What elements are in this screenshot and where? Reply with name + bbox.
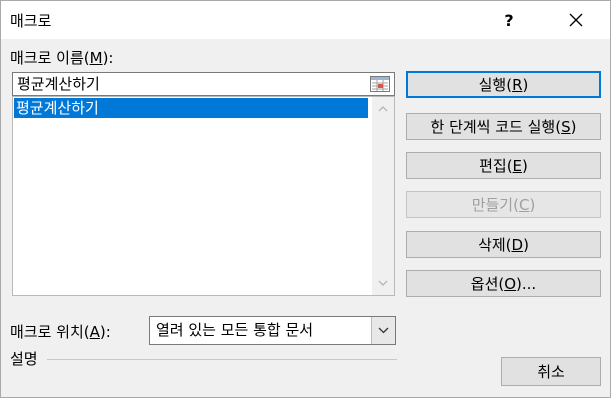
- macro-name-input[interactable]: 평균계산하기: [12, 72, 395, 96]
- macro-dialog: 매크로 ? 매크로 이름(M): 평균계산하기 평균계산하기 실행(R) 한…: [0, 0, 611, 398]
- scroll-up-arrow[interactable]: [372, 99, 394, 119]
- macro-name-value: 평균계산하기: [17, 75, 100, 93]
- run-button[interactable]: 실행(R): [406, 71, 601, 98]
- scroll-down-arrow[interactable]: [372, 273, 394, 293]
- edit-button[interactable]: 편집(E): [406, 152, 601, 179]
- description-divider: [47, 359, 397, 360]
- close-icon: [569, 13, 583, 27]
- macro-location-select[interactable]: 열려 있는 모든 통합 문서: [149, 316, 396, 345]
- close-button[interactable]: [551, 5, 601, 35]
- range-reference-icon[interactable]: [370, 76, 390, 92]
- description-label: 설명: [10, 350, 38, 368]
- dropdown-button[interactable]: [371, 317, 395, 344]
- vertical-scrollbar[interactable]: [372, 97, 394, 295]
- list-item[interactable]: 평균계산하기: [14, 98, 368, 118]
- step-into-button[interactable]: 한 단계씩 코드 실행(S): [406, 113, 601, 140]
- delete-button[interactable]: 삭제(D): [406, 231, 601, 258]
- macro-name-label: 매크로 이름(M):: [10, 49, 114, 67]
- cancel-button[interactable]: 취소: [501, 357, 601, 386]
- options-button[interactable]: 옵션(O)...: [406, 270, 601, 297]
- chevron-up-icon: [378, 106, 388, 112]
- help-button[interactable]: ?: [487, 5, 531, 35]
- window-title: 매크로: [10, 12, 52, 30]
- macro-list[interactable]: 평균계산하기: [12, 96, 395, 296]
- title-bar: 매크로 ?: [1, 1, 610, 39]
- chevron-down-icon: [378, 280, 388, 286]
- chevron-down-icon: [378, 327, 389, 334]
- create-button: 만들기(C): [406, 191, 601, 218]
- macro-location-label: 매크로 위치(A):: [10, 323, 111, 341]
- macro-location-value: 열려 있는 모든 통합 문서: [156, 321, 314, 339]
- help-label: ?: [504, 10, 514, 30]
